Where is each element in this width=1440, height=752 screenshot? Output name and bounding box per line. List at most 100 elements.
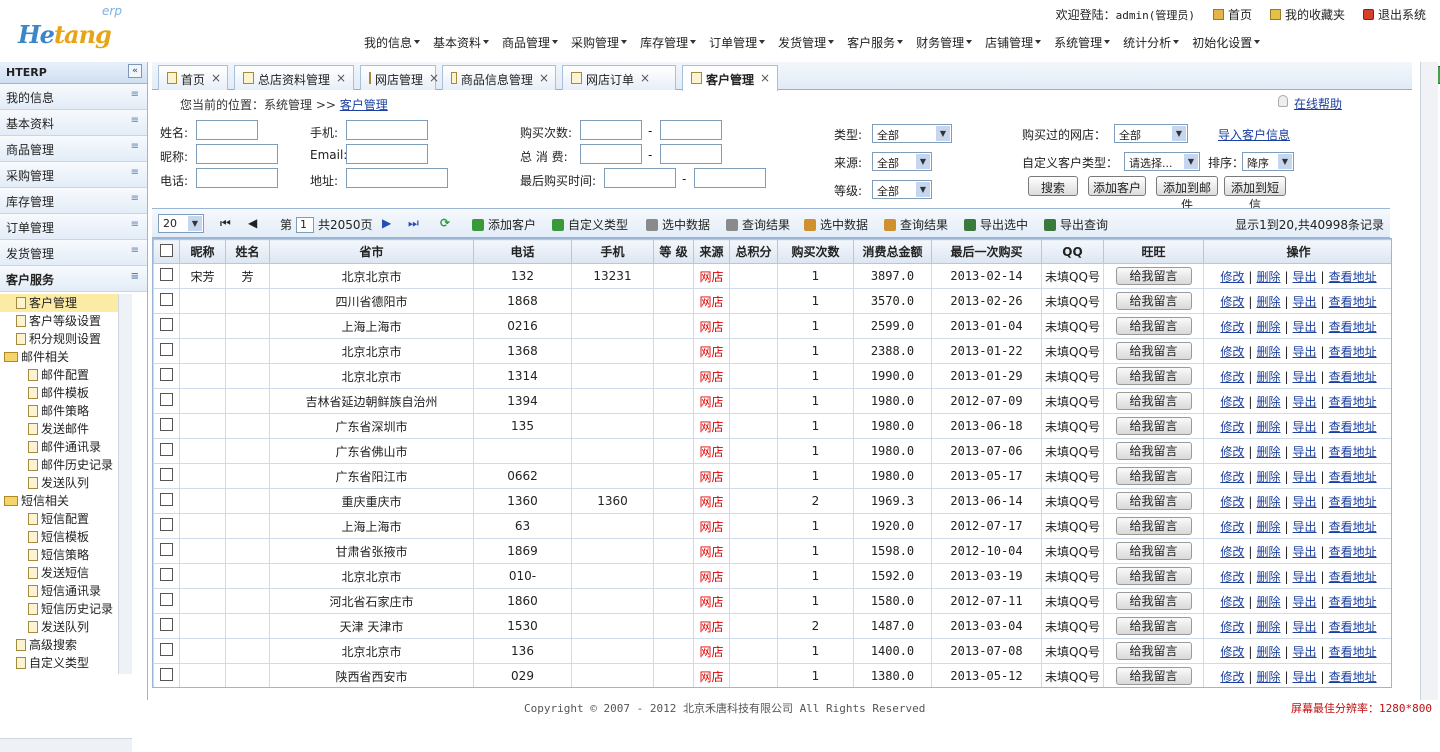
sidebar-category[interactable]: 客户服务 <box>0 266 147 292</box>
nav-item[interactable]: 财务管理 <box>916 34 973 51</box>
action-link[interactable]: 修改 <box>1220 670 1244 684</box>
action-link[interactable]: 删除 <box>1256 270 1280 284</box>
tab-item[interactable]: 网店管理 × <box>360 65 439 90</box>
action-link[interactable]: 导出 <box>1293 670 1317 684</box>
action-link[interactable]: 导出 <box>1293 420 1317 434</box>
action-link[interactable]: 修改 <box>1220 545 1244 559</box>
prev-page-icon[interactable]: ◀ <box>248 216 257 230</box>
leave-message-button[interactable]: 给我留言 <box>1115 392 1192 410</box>
action-link[interactable]: 导出 <box>1293 345 1317 359</box>
action-link[interactable]: 修改 <box>1220 620 1244 634</box>
nav-item[interactable]: 客户服务 <box>847 34 904 51</box>
action-link[interactable]: 导出 <box>1293 520 1317 534</box>
tree-item[interactable]: 短信通讯录 <box>0 582 132 600</box>
row-checkbox[interactable] <box>160 318 173 331</box>
action-link[interactable]: 修改 <box>1220 395 1244 409</box>
level-select[interactable]: 全部 <box>872 180 932 199</box>
last-purchase-to-input[interactable] <box>694 168 766 188</box>
row-checkbox[interactable] <box>160 518 173 531</box>
toolbar-action[interactable]: 查询结果 <box>726 216 790 233</box>
nav-item[interactable]: 初始化设置 <box>1192 34 1261 51</box>
add-customer-button[interactable]: 添加客户 <box>1088 176 1146 196</box>
tree-item[interactable]: 短信策略 <box>0 546 132 564</box>
nav-item[interactable]: 基本资料 <box>433 34 490 51</box>
action-link[interactable]: 查看地址 <box>1329 545 1377 559</box>
leave-message-button[interactable]: 给我留言 <box>1115 467 1192 485</box>
row-checkbox[interactable] <box>160 493 173 506</box>
action-link[interactable]: 删除 <box>1256 470 1280 484</box>
nav-item[interactable]: 采购管理 <box>571 34 628 51</box>
tree-item[interactable]: 邮件配置 <box>0 366 132 384</box>
action-link[interactable]: 删除 <box>1256 595 1280 609</box>
import-customers-link[interactable]: 导入客户信息 <box>1214 124 1294 144</box>
action-link[interactable]: 查看地址 <box>1329 395 1377 409</box>
action-link[interactable]: 查看地址 <box>1329 495 1377 509</box>
action-link[interactable]: 查看地址 <box>1329 670 1377 684</box>
leave-message-button[interactable]: 给我留言 <box>1115 542 1192 560</box>
action-link[interactable]: 导出 <box>1293 645 1317 659</box>
first-page-icon[interactable]: ⏮ <box>220 216 231 231</box>
row-checkbox[interactable] <box>160 593 173 606</box>
total-max-input[interactable] <box>660 144 722 164</box>
row-checkbox[interactable] <box>160 618 173 631</box>
toolbar-action[interactable]: 导出查询 <box>1044 216 1108 233</box>
action-link[interactable]: 修改 <box>1220 520 1244 534</box>
tree-item[interactable]: 邮件通讯录 <box>0 438 132 456</box>
sort-select[interactable]: 降序 <box>1242 152 1294 171</box>
tab-item[interactable]: 商品信息管理 × <box>442 65 556 90</box>
action-link[interactable]: 删除 <box>1256 570 1280 584</box>
tree-item[interactable]: 邮件历史记录 <box>0 456 132 474</box>
logout-link[interactable]: 退出系统 <box>1362 6 1426 23</box>
action-link[interactable]: 删除 <box>1256 420 1280 434</box>
email-input[interactable] <box>346 144 428 164</box>
action-link[interactable]: 导出 <box>1293 445 1317 459</box>
action-link[interactable]: 修改 <box>1220 495 1244 509</box>
row-checkbox[interactable] <box>160 468 173 481</box>
action-link[interactable]: 导出 <box>1293 320 1317 334</box>
action-link[interactable]: 查看地址 <box>1329 320 1377 334</box>
leave-message-button[interactable]: 给我留言 <box>1115 592 1192 610</box>
action-link[interactable]: 删除 <box>1256 545 1280 559</box>
action-link[interactable]: 修改 <box>1220 345 1244 359</box>
action-link[interactable]: 删除 <box>1256 520 1280 534</box>
help-link[interactable]: 在线帮助 <box>1277 95 1342 112</box>
action-link[interactable]: 删除 <box>1256 345 1280 359</box>
next-page-icon[interactable]: ▶ <box>382 216 391 230</box>
tab-item[interactable]: 首页 × <box>158 65 228 90</box>
action-link[interactable]: 导出 <box>1293 370 1317 384</box>
leave-message-button[interactable]: 给我留言 <box>1115 417 1192 435</box>
action-link[interactable]: 查看地址 <box>1329 420 1377 434</box>
action-link[interactable]: 查看地址 <box>1329 270 1377 284</box>
action-link[interactable]: 修改 <box>1220 270 1244 284</box>
sidebar-category[interactable]: 采购管理 <box>0 162 147 188</box>
action-link[interactable]: 导出 <box>1293 470 1317 484</box>
name-input[interactable] <box>196 120 258 140</box>
tree-item[interactable]: 邮件相关 <box>0 348 132 366</box>
add-to-sms-button[interactable]: 添加到短信 <box>1224 176 1286 212</box>
tab-close-icon[interactable]: × <box>760 71 770 91</box>
nav-item[interactable]: 商品管理 <box>502 34 559 51</box>
toolbar-action[interactable]: 自定义类型 <box>552 216 628 233</box>
row-checkbox[interactable] <box>160 643 173 656</box>
action-link[interactable]: 删除 <box>1256 620 1280 634</box>
page-scrollbar[interactable] <box>1420 62 1438 700</box>
row-checkbox[interactable] <box>160 443 173 456</box>
sidebar-category[interactable]: 发货管理 <box>0 240 147 266</box>
row-checkbox[interactable] <box>160 268 173 281</box>
action-link[interactable]: 导出 <box>1293 570 1317 584</box>
nick-input[interactable] <box>196 144 278 164</box>
sidebar-category[interactable]: 我的信息 <box>0 84 147 110</box>
leave-message-button[interactable]: 给我留言 <box>1115 617 1192 635</box>
row-checkbox[interactable] <box>160 393 173 406</box>
action-link[interactable]: 删除 <box>1256 370 1280 384</box>
toolbar-action[interactable]: 查询结果 <box>884 216 948 233</box>
action-link[interactable]: 删除 <box>1256 645 1280 659</box>
toolbar-action[interactable]: 添加客户 <box>472 216 536 233</box>
tree-item[interactable]: 积分规则设置 <box>0 330 132 348</box>
tab-close-icon[interactable]: × <box>539 71 549 90</box>
select-all-checkbox[interactable] <box>160 243 173 257</box>
select-all-header[interactable] <box>153 239 180 264</box>
row-checkbox[interactable] <box>160 568 173 581</box>
action-link[interactable]: 删除 <box>1256 395 1280 409</box>
leave-message-button[interactable]: 给我留言 <box>1115 267 1192 285</box>
